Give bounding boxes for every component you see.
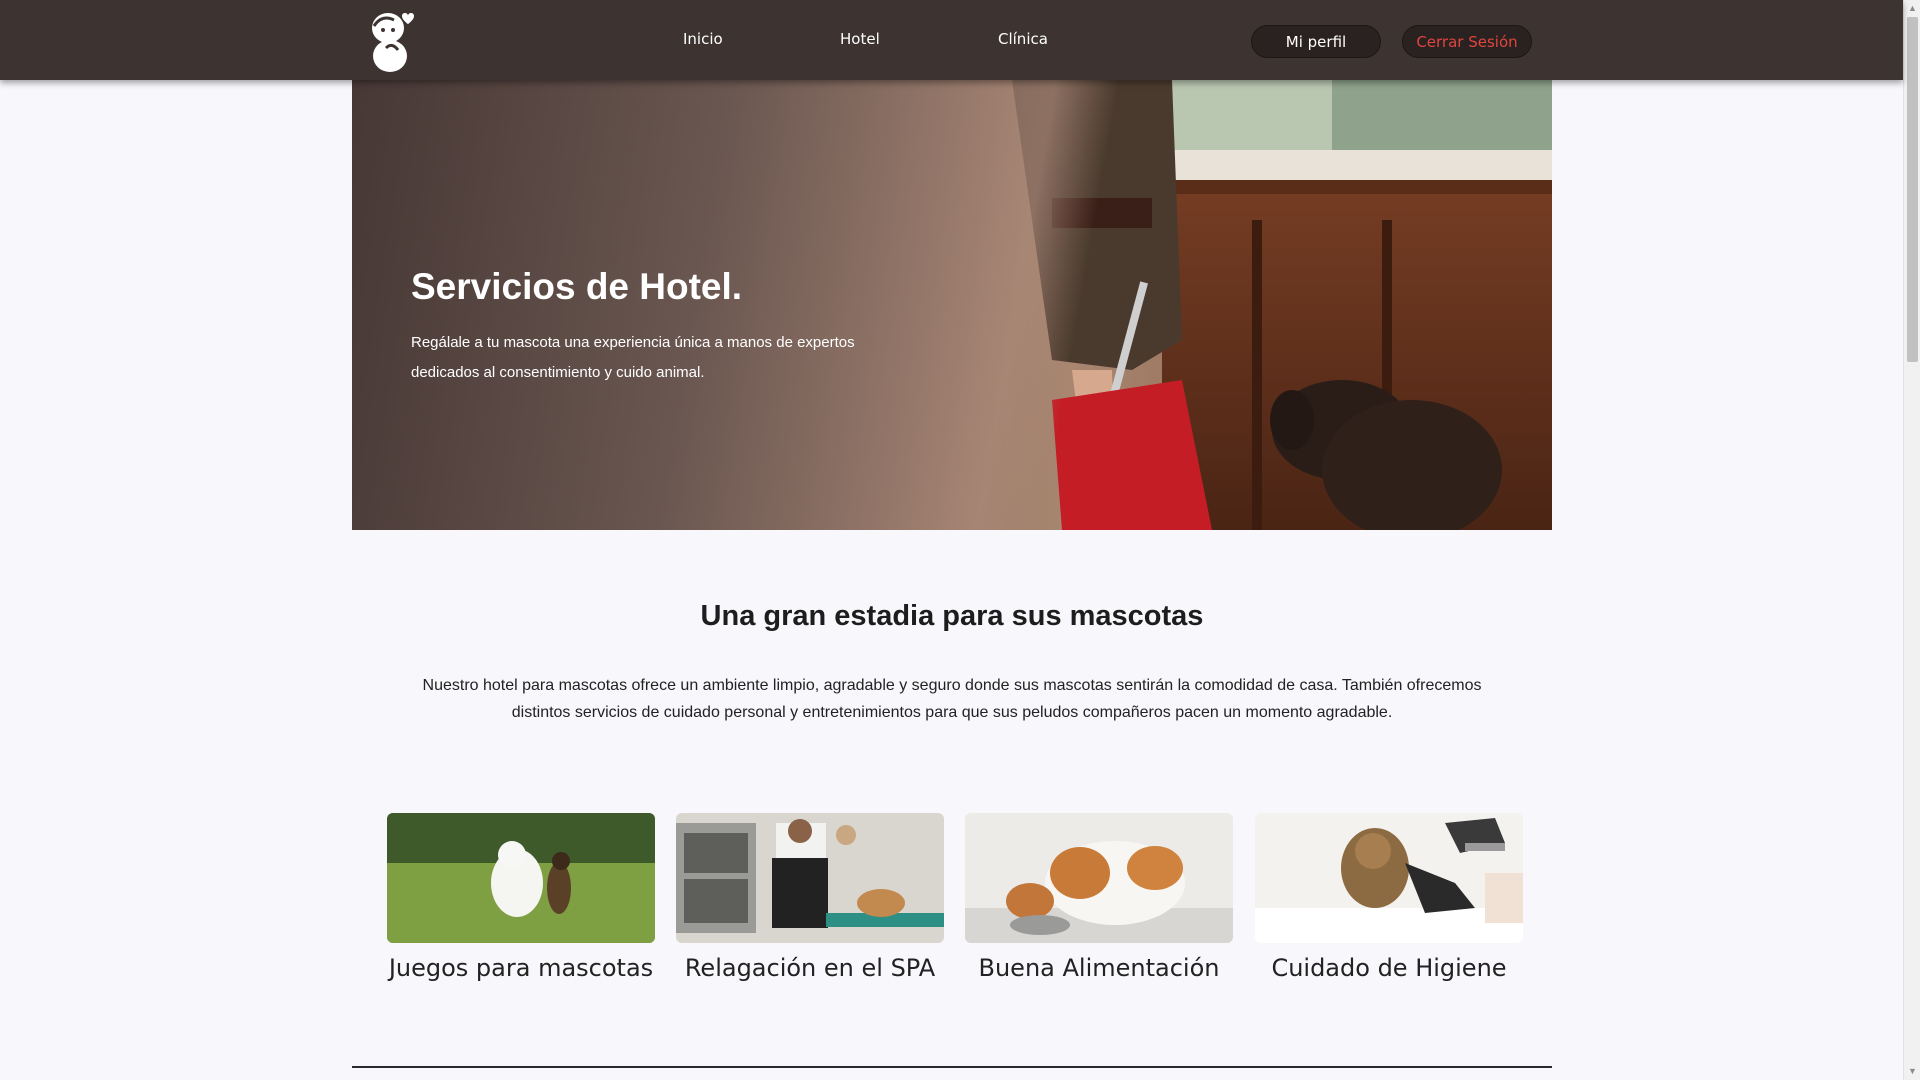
pet-heart-logo-icon[interactable]: [364, 6, 420, 74]
nav-inicio[interactable]: Inicio: [683, 30, 723, 48]
dogs-playing-photo: [387, 813, 655, 943]
service-card-alimentacion[interactable]: Buena Alimentación: [965, 813, 1233, 982]
dog-bath-photo: [1255, 813, 1523, 943]
nav-hotel[interactable]: Hotel: [840, 30, 880, 48]
spa-grooming-photo: [676, 813, 944, 943]
hero-description: Regálale a tu mascota una experiencia ún…: [411, 334, 855, 381]
scroll-down-arrow-icon[interactable]: ▼: [1904, 1063, 1920, 1080]
service-label: Juegos para mascotas: [388, 954, 654, 982]
profile-button[interactable]: Mi perfil: [1251, 25, 1381, 58]
hero-banner: Servicios de Hotel. Regálale a tu mascot…: [352, 80, 1552, 530]
dog-eating-photo: [965, 813, 1233, 943]
service-label: Relagación en el SPA: [684, 954, 936, 982]
hero-title: Servicios de Hotel.: [411, 266, 743, 307]
service-card-spa[interactable]: Relagación en el SPA: [676, 813, 944, 982]
service-label: Cuidado de Higiene: [1271, 954, 1507, 982]
section-divider: [352, 1066, 1552, 1068]
nav-clinica[interactable]: Clínica: [998, 30, 1048, 48]
top-navbar: Inicio Hotel Clínica Mi perfil Cerrar Se…: [0, 0, 1903, 80]
scrollbar-thumb[interactable]: [1907, 17, 1918, 362]
page-scrollbar[interactable]: ▲ ▼: [1903, 0, 1920, 1080]
section-description: Nuestro hotel para mascotas ofrece un am…: [422, 677, 1482, 721]
logout-button[interactable]: Cerrar Sesión: [1402, 25, 1532, 58]
service-card-higiene[interactable]: Cuidado de Higiene: [1255, 813, 1523, 982]
scroll-up-arrow-icon[interactable]: ▲: [1904, 0, 1920, 17]
service-label: Buena Alimentación: [978, 954, 1220, 982]
service-card-juegos[interactable]: Juegos para mascotas: [387, 813, 655, 982]
section-title: Una gran estadia para sus mascotas: [700, 600, 1204, 632]
